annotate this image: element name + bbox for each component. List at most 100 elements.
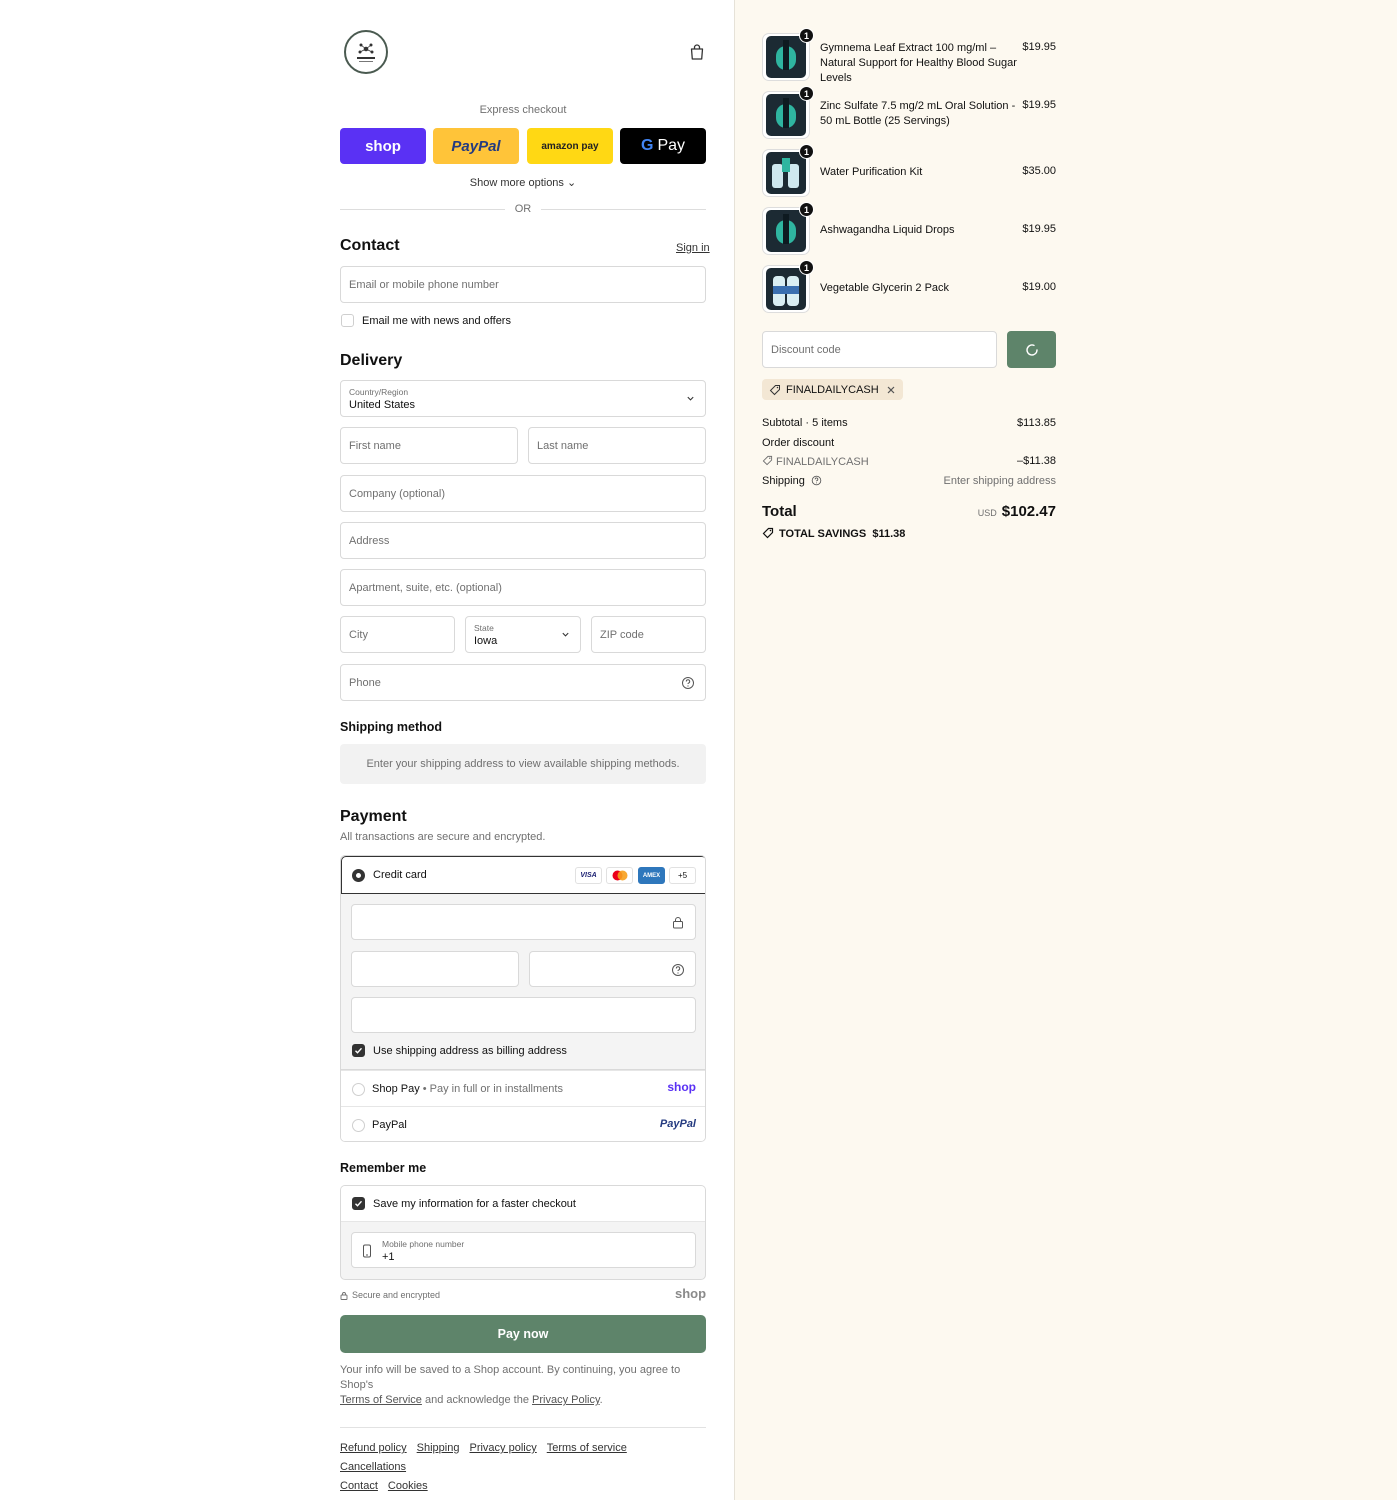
email-field[interactable]: Email or mobile phone number (340, 266, 706, 303)
mobile-phone-label: Mobile phone number (382, 1239, 465, 1249)
help-circle-icon[interactable] (681, 676, 695, 690)
logo-icon (357, 43, 375, 62)
item-price: $19.95 (1022, 223, 1056, 235)
shop-pay-name: Shop Pay (372, 1083, 420, 1095)
more-cards-label: +5 (677, 871, 688, 880)
google-pay-button[interactable]: G Pay (620, 128, 706, 164)
credit-card-option[interactable]: Credit card VISA AMEX +5 (341, 856, 705, 894)
quantity-badge: 1 (799, 260, 814, 275)
chevron-down-icon: ⌄ (567, 177, 577, 189)
cart-item: 1 Gymnema Leaf Extract 100 mg/ml – Natur… (762, 28, 1056, 84)
apply-discount-button[interactable] (1007, 331, 1056, 368)
shop-pay-radio[interactable] (352, 1083, 365, 1096)
pay-now-button[interactable]: Pay now (340, 1315, 706, 1353)
contact-heading: Contact (340, 237, 400, 254)
secure-text: Secure and encrypted (352, 1290, 441, 1300)
item-name: Gymnema Leaf Extract 100 mg/ml – Natural… (820, 42, 1017, 84)
shop-logo-icon: shop (667, 1080, 696, 1094)
billing-same-row[interactable]: Use shipping address as billing address (352, 1044, 567, 1057)
city-field[interactable]: City (340, 616, 455, 653)
newsletter-label: Email me with news and offers (362, 314, 511, 327)
item-price: $19.00 (1022, 281, 1056, 293)
discount-code-field[interactable]: Discount code (762, 331, 997, 368)
shop-pay-button[interactable]: shop (340, 128, 426, 164)
tag-icon (762, 527, 774, 539)
billing-same-checkbox[interactable] (352, 1044, 365, 1057)
quantity-badge: 1 (799, 28, 814, 43)
footer-link-cookies[interactable]: Cookies (388, 1477, 428, 1496)
company-placeholder: Company (optional) (349, 488, 445, 500)
checkmark-icon (355, 1200, 363, 1207)
or-label: OR (514, 203, 532, 215)
mobile-phone-value: +1 (382, 1251, 395, 1263)
item-price: $19.95 (1022, 99, 1056, 111)
privacy-policy-link[interactable]: Privacy Policy (532, 1394, 600, 1406)
save-info-checkbox[interactable] (352, 1197, 365, 1210)
quantity-badge: 1 (799, 202, 814, 217)
footer-link-terms-of-service[interactable]: Terms of service (547, 1439, 627, 1458)
apartment-field[interactable]: Apartment, suite, etc. (optional) (340, 569, 706, 606)
save-info-checkbox-row[interactable]: Save my information for a faster checkou… (352, 1197, 576, 1210)
paypal-radio[interactable] (352, 1119, 365, 1132)
last-name-field[interactable]: Last name (528, 427, 706, 464)
applied-code-label: FINALDAILYCASH (786, 383, 879, 396)
paypal-option[interactable]: PayPal PayPal (341, 1106, 705, 1141)
state-select[interactable]: State Iowa (465, 616, 581, 653)
mobile-phone-icon (363, 1244, 371, 1258)
amazon-pay-button[interactable]: amazon pay (527, 128, 613, 164)
currency-code: USD (977, 508, 997, 518)
express-checkout-title: Express checkout (479, 104, 567, 116)
newsletter-checkbox-row[interactable]: Email me with news and offers (341, 314, 511, 327)
tag-icon (762, 455, 773, 466)
discount-code-placeholder: Discount code (771, 344, 841, 356)
order-discount-label: Order discount (762, 437, 835, 449)
sign-in-link[interactable]: Sign in (676, 242, 710, 254)
footer-link-contact[interactable]: Contact (340, 1477, 378, 1496)
legal-text-end: . (599, 1394, 603, 1406)
footer-link-cancellations[interactable]: Cancellations (340, 1458, 406, 1477)
save-info-row[interactable]: Save my information for a faster checkou… (341, 1186, 705, 1222)
footer-link-privacy-policy[interactable]: Privacy policy (469, 1439, 536, 1458)
newsletter-checkbox[interactable] (341, 314, 354, 327)
amazon-pay-label: amazon pay (541, 140, 599, 152)
address-field[interactable]: Address (340, 522, 706, 559)
name-on-card-field[interactable] (351, 997, 696, 1033)
close-icon[interactable] (886, 385, 896, 395)
mobile-phone-field[interactable]: Mobile phone number +1 (351, 1232, 696, 1268)
country-select[interactable]: Country/Region United States (340, 380, 706, 417)
zip-field[interactable]: ZIP code (591, 616, 706, 653)
store-logo[interactable] (344, 30, 388, 74)
shop-pay-option-label: Shop Pay • Pay in full or in installment… (372, 1083, 563, 1095)
show-more-options[interactable]: Show more options ⌄ (340, 176, 706, 189)
first-name-field[interactable]: First name (340, 427, 518, 464)
shop-pay-option[interactable]: Shop Pay • Pay in full or in installment… (341, 1070, 705, 1106)
shop-pay-separator: • (419, 1083, 430, 1095)
credit-card-radio[interactable] (352, 869, 365, 882)
help-circle-icon[interactable] (811, 475, 822, 486)
footer-link-refund-policy[interactable]: Refund policy (340, 1439, 407, 1458)
card-number-field[interactable] (351, 904, 696, 940)
paypal-button[interactable]: PayPal (433, 128, 519, 164)
paypal-logo-icon: PayPal (659, 1118, 696, 1130)
discount-code-row: FINALDAILYCASH –$11.38 (762, 455, 1056, 468)
lock-icon (340, 1291, 348, 1300)
quantity-badge: 1 (799, 86, 814, 101)
terms-of-service-link[interactable]: Terms of Service (340, 1394, 422, 1406)
billing-same-label: Use shipping address as billing address (373, 1044, 567, 1057)
security-code-field[interactable] (529, 951, 696, 987)
help-circle-icon[interactable] (671, 963, 685, 977)
phone-field[interactable]: Phone (340, 664, 706, 701)
order-discount-row: Order discount (762, 437, 1056, 449)
company-field[interactable]: Company (optional) (340, 475, 706, 512)
remember-me-box: Save my information for a faster checkou… (340, 1185, 706, 1280)
cart-bag-icon[interactable] (688, 43, 706, 61)
expiration-field[interactable] (351, 951, 519, 987)
country-label: Country/Region (349, 387, 409, 397)
state-label: State (474, 623, 494, 633)
chevron-down-icon (562, 632, 569, 637)
legal-text-1: Your info will be saved to a Shop accoun… (340, 1364, 681, 1391)
cart-item: 1 Zinc Sulfate 7.5 mg/2 mL Oral Solution… (762, 86, 1056, 139)
address-placeholder: Address (349, 535, 390, 547)
footer-link-shipping[interactable]: Shipping (417, 1439, 460, 1458)
cart-item: 1 Vegetable Glycerin 2 Pack $19.00 (762, 260, 1056, 313)
